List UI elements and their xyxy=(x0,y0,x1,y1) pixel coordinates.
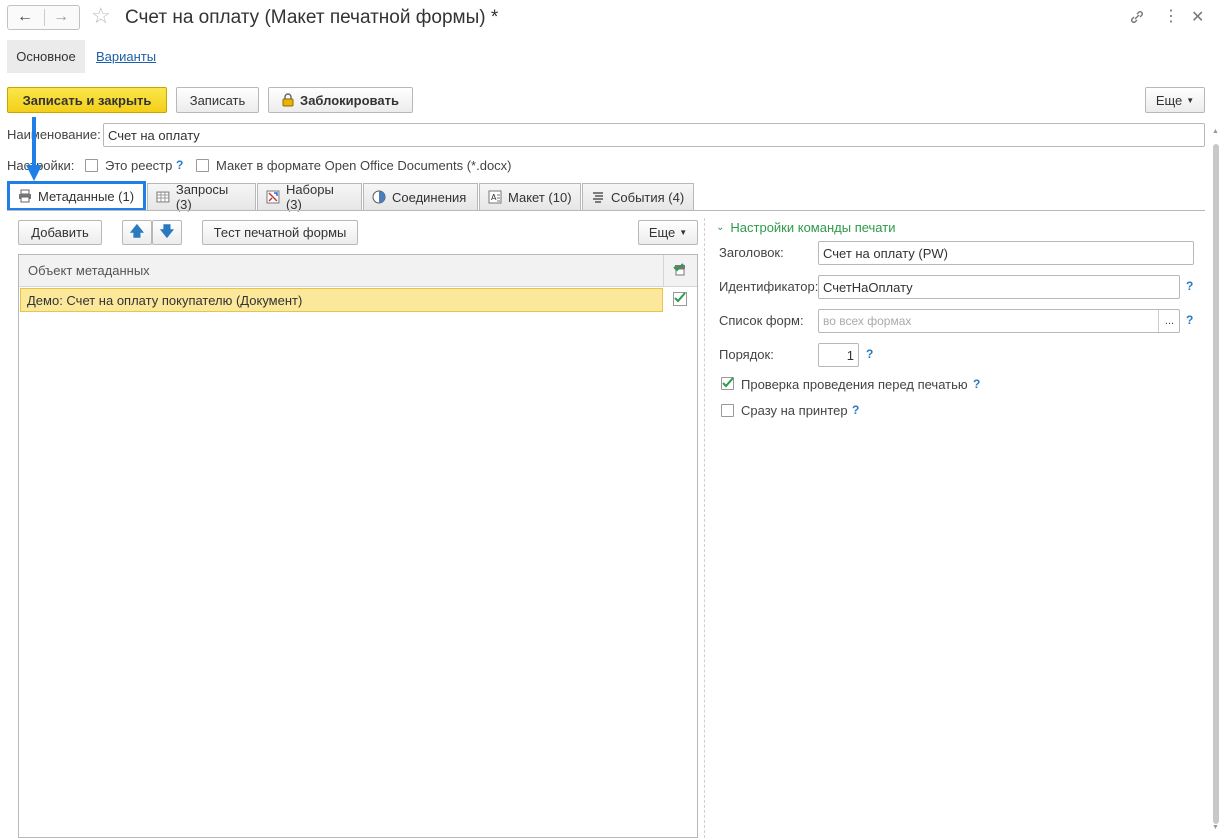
order-field[interactable]: 1 xyxy=(818,343,859,367)
name-value: Счет на оплату xyxy=(108,127,200,143)
identifier-help-icon[interactable]: ? xyxy=(1186,279,1193,293)
tab-events-label: События (4) xyxy=(611,189,685,205)
test-print-form-button[interactable]: Тест печатной формы xyxy=(202,220,358,245)
lock-icon xyxy=(282,93,294,107)
tab-queries-label: Запросы (3) xyxy=(175,182,229,212)
print-check-column-icon xyxy=(673,263,685,276)
registry-help-icon[interactable]: ? xyxy=(176,158,183,172)
scrollbar-thumb[interactable] xyxy=(1213,144,1219,824)
events-icon xyxy=(593,192,603,203)
checkmark-icon xyxy=(722,377,734,388)
panel-splitter[interactable] xyxy=(704,218,706,838)
direct-print-help-icon[interactable]: ? xyxy=(852,403,859,417)
table-icon xyxy=(156,191,170,203)
tab-layout[interactable]: A Макет (10) xyxy=(479,183,581,210)
section-title-text: Настройки команды печати xyxy=(730,220,896,235)
more-menu-icon[interactable]: ⋮ xyxy=(1163,6,1179,26)
identifier-label: Идентификатор: xyxy=(719,279,819,294)
dropdown-icon: ▼ xyxy=(679,228,688,237)
tab-metadata-label: Метаданные (1) xyxy=(38,188,135,204)
tab-main-label: Основное xyxy=(16,49,76,64)
print-settings-section-title[interactable]: ⌄ Настройки команды печати xyxy=(716,220,895,235)
name-label: Наименование: xyxy=(7,127,101,142)
tab-queries[interactable]: Запросы (3) xyxy=(147,182,256,212)
row-object-name: Демо: Счет на оплату покупателю (Докумен… xyxy=(27,293,303,308)
header-field[interactable]: Счет на оплату (PW) xyxy=(818,241,1194,265)
save-and-close-button[interactable]: Записать и закрыть xyxy=(7,87,167,113)
move-up-button[interactable]: 🡅 xyxy=(122,220,152,245)
svg-text:A: A xyxy=(491,193,497,202)
tab-sets[interactable]: Наборы (3) xyxy=(257,182,362,212)
tab-metadata[interactable]: Метаданные (1) xyxy=(7,181,146,211)
identifier-value: СчетНаОплату xyxy=(823,279,913,295)
link-icon[interactable] xyxy=(1129,9,1145,25)
forms-list-field[interactable]: во всех формах xyxy=(818,309,1180,333)
header-value: Счет на оплату (PW) xyxy=(823,245,949,261)
forms-list-help-icon[interactable]: ? xyxy=(1186,313,1193,327)
docx-checkbox[interactable] xyxy=(196,159,209,172)
more-button[interactable]: Еще ▼ xyxy=(1145,87,1205,113)
order-help-icon[interactable]: ? xyxy=(866,347,873,361)
left-more-button[interactable]: Еще ▼ xyxy=(638,220,698,245)
tab-connections[interactable]: Соединения xyxy=(363,183,478,210)
table-header: Объект метаданных xyxy=(19,255,697,287)
check-posting-checkbox[interactable] xyxy=(721,377,734,390)
order-label: Порядок: xyxy=(719,347,774,362)
forms-list-label: Список форм: xyxy=(719,313,804,328)
header-label: Заголовок: xyxy=(719,245,784,260)
lock-button[interactable]: Заблокировать xyxy=(268,87,413,113)
dataset-icon xyxy=(266,190,280,204)
connections-icon xyxy=(372,190,386,204)
save-button[interactable]: Записать xyxy=(176,87,259,113)
check-posting-help-icon[interactable]: ? xyxy=(973,377,980,391)
arrow-down-icon: 🡇 xyxy=(159,222,175,239)
column-header-object: Объект метаданных xyxy=(28,263,150,278)
vertical-scrollbar[interactable]: ▲ ▼ xyxy=(1212,128,1220,833)
tab-connections-label: Соединения xyxy=(392,189,467,205)
printer-icon xyxy=(19,189,31,203)
row-print-checkbox[interactable] xyxy=(673,292,687,306)
docx-label: Макет в формате Open Office Documents (*… xyxy=(216,158,512,173)
forward-arrow-icon[interactable]: → xyxy=(53,8,69,26)
identifier-field[interactable]: СчетНаОплату xyxy=(818,275,1180,299)
close-icon[interactable]: ✕ xyxy=(1191,7,1204,27)
favorite-star-icon[interactable]: ☆ xyxy=(91,3,111,29)
registry-checkbox[interactable] xyxy=(85,159,98,172)
name-field[interactable]: Счет на оплату xyxy=(103,123,1205,147)
tab-main[interactable]: Основное xyxy=(7,40,85,73)
scroll-up-icon[interactable]: ▲ xyxy=(1212,128,1219,135)
chevron-down-icon: ⌄ xyxy=(716,222,725,233)
registry-label: Это реестр xyxy=(105,158,173,173)
direct-print-checkbox[interactable] xyxy=(721,404,734,417)
tab-variants[interactable]: Варианты xyxy=(96,49,156,64)
forms-list-choose-button[interactable]: ... xyxy=(1158,310,1180,332)
table-row[interactable]: Демо: Счет на оплату покупателю (Докумен… xyxy=(20,288,663,312)
annotation-arrow xyxy=(26,117,42,181)
direct-print-label: Сразу на принтер xyxy=(741,403,848,418)
more-button-label: Еще xyxy=(1155,92,1183,108)
add-button[interactable]: Добавить xyxy=(18,220,102,245)
dropdown-icon: ▼ xyxy=(1186,95,1195,105)
move-down-button[interactable]: 🡇 xyxy=(152,220,182,245)
forms-list-placeholder: во всех формах xyxy=(823,314,912,328)
left-more-label: Еще xyxy=(648,225,676,240)
scroll-down-icon[interactable]: ▼ xyxy=(1212,824,1219,831)
tab-sets-label: Наборы (3) xyxy=(285,182,334,212)
tab-events[interactable]: События (4) xyxy=(582,183,694,210)
lock-button-label: Заблокировать xyxy=(300,92,399,108)
metadata-table: Объект метаданных Демо: Счет на оплату п… xyxy=(18,254,698,838)
arrow-up-icon: 🡅 xyxy=(129,222,145,239)
checkmark-icon xyxy=(674,292,686,303)
layout-icon: A xyxy=(488,190,502,204)
order-value: 1 xyxy=(846,347,854,363)
back-arrow-icon[interactable]: ← xyxy=(17,8,33,26)
back-forward-group: ← → xyxy=(7,5,80,30)
tab-layout-label: Макет (10) xyxy=(508,189,572,205)
check-posting-label: Проверка проведения перед печатью xyxy=(741,377,968,392)
window-title: Счет на оплату (Макет печатной формы) * xyxy=(125,7,499,28)
